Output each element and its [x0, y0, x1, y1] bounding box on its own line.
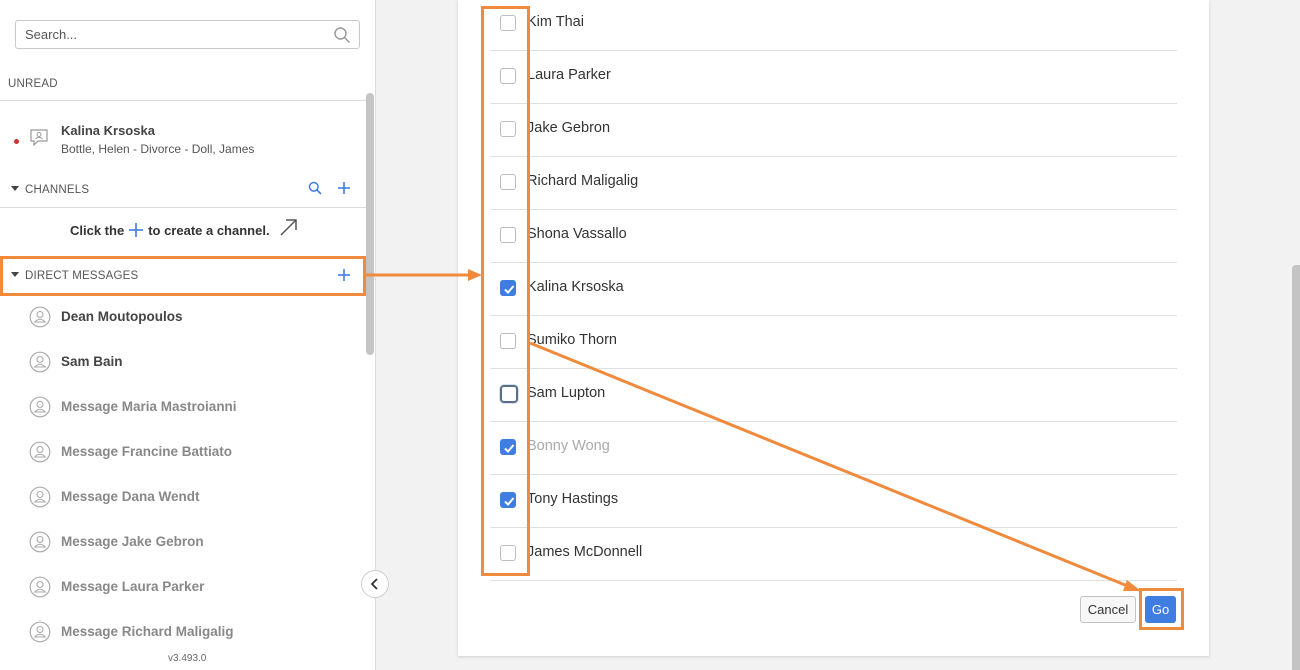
- member-row[interactable]: Shona Vassallo: [490, 210, 1177, 263]
- dm-item[interactable]: Message Jake Gebron: [29, 531, 359, 553]
- arrow-up-right-icon: [280, 219, 297, 236]
- member-row[interactable]: Laura Parker: [490, 51, 1177, 104]
- dm-item[interactable]: Dean Moutopoulos: [29, 306, 359, 328]
- dm-item-label: Message Maria Mastroianni: [61, 399, 237, 414]
- create-hint-text-before: Click the: [70, 223, 125, 238]
- plus-icon: [129, 223, 144, 237]
- member-row[interactable]: James McDonnell: [490, 528, 1177, 581]
- member-name: Shona Vassallo: [527, 226, 627, 242]
- dm-item[interactable]: Message Francine Battiato: [29, 441, 359, 463]
- dm-item[interactable]: Message Maria Mastroianni: [29, 396, 359, 418]
- dm-item[interactable]: Message Richard Maligalig: [29, 621, 359, 643]
- member-name: Kalina Krsoska: [527, 279, 624, 295]
- member-name: Sumiko Thorn: [527, 332, 617, 348]
- dm-item-label: Message Francine Battiato: [61, 444, 233, 459]
- member-row[interactable]: Kim Thai: [490, 0, 1177, 51]
- create-channel-hint: Click the to create a channel.: [70, 223, 270, 238]
- member-row[interactable]: Sam Lupton: [490, 369, 1177, 422]
- user-avatar-icon: [29, 306, 51, 328]
- member-row[interactable]: Richard Maligalig: [490, 157, 1177, 210]
- member-row[interactable]: Kalina Krsoska: [490, 263, 1177, 316]
- unread-item-subtitle: Bottle, Helen - Divorce - Doll, James: [61, 142, 255, 156]
- member-name: Bonny Wong: [527, 438, 610, 454]
- user-avatar-icon: [29, 396, 51, 418]
- member-name: Kim Thai: [527, 14, 584, 30]
- member-name: Sam Lupton: [527, 385, 606, 401]
- chevron-left-icon: [370, 578, 378, 590]
- create-hint-text-after: to create a channel.: [148, 223, 270, 238]
- dm-item-label: Sam Bain: [61, 354, 123, 369]
- dm-item-label: Message Laura Parker: [61, 579, 205, 594]
- user-avatar-icon: [29, 486, 51, 508]
- user-avatar-icon: [29, 621, 51, 643]
- dm-item-label: Dean Moutopoulos: [61, 309, 183, 324]
- dm-item-label: Message Jake Gebron: [61, 534, 204, 549]
- member-name: Richard Maligalig: [527, 173, 639, 189]
- dm-item[interactable]: Sam Bain: [29, 351, 359, 373]
- page-scrollbar[interactable]: [1292, 265, 1300, 670]
- sidebar: UNREAD Kalina Krsoska Bottle, Helen - Di…: [0, 0, 376, 670]
- chat-bubble-user-icon: [30, 129, 48, 147]
- search-icon[interactable]: [333, 26, 351, 44]
- dm-item-label: Message Richard Maligalig: [61, 624, 234, 639]
- user-avatar-icon: [29, 531, 51, 553]
- user-avatar-icon: [29, 576, 51, 598]
- cancel-button[interactable]: Cancel: [1080, 596, 1136, 623]
- divider: [0, 100, 366, 101]
- channels-caret-down-icon[interactable]: [11, 186, 19, 191]
- member-name: Laura Parker: [527, 67, 611, 83]
- annotation-box-go-button: [1139, 588, 1184, 630]
- unread-item-name: Kalina Krsoska: [61, 123, 155, 138]
- channels-section-label[interactable]: CHANNELS: [25, 184, 89, 196]
- member-row[interactable]: Tony Hastings: [490, 475, 1177, 528]
- unread-dot: [14, 139, 19, 144]
- dm-item-label: Message Dana Wendt: [61, 489, 200, 504]
- user-avatar-icon: [29, 441, 51, 463]
- member-row[interactable]: Sumiko Thorn: [490, 316, 1177, 369]
- divider: [0, 207, 366, 208]
- add-channel-plus-icon[interactable]: [337, 181, 351, 195]
- unread-section-label: UNREAD: [8, 78, 58, 90]
- member-row[interactable]: Jake Gebron: [490, 104, 1177, 157]
- dm-item[interactable]: Message Dana Wendt: [29, 486, 359, 508]
- search-box[interactable]: [15, 20, 360, 49]
- sidebar-scrollbar[interactable]: [366, 93, 374, 355]
- collapse-sidebar-button[interactable]: [361, 570, 389, 598]
- member-name: Jake Gebron: [527, 120, 611, 136]
- search-input[interactable]: [16, 21, 316, 48]
- annotation-box-checkboxes: [481, 6, 530, 576]
- user-avatar-icon: [29, 351, 51, 373]
- dm-item[interactable]: Message Laura Parker: [29, 576, 359, 598]
- member-name: James McDonnell: [527, 544, 643, 560]
- channel-search-icon[interactable]: [308, 181, 322, 195]
- member-name: Tony Hastings: [527, 491, 619, 507]
- annotation-box-direct-messages: [0, 256, 366, 296]
- member-row[interactable]: Bonny Wong: [490, 422, 1177, 475]
- app-version: v3.493.0: [168, 653, 207, 664]
